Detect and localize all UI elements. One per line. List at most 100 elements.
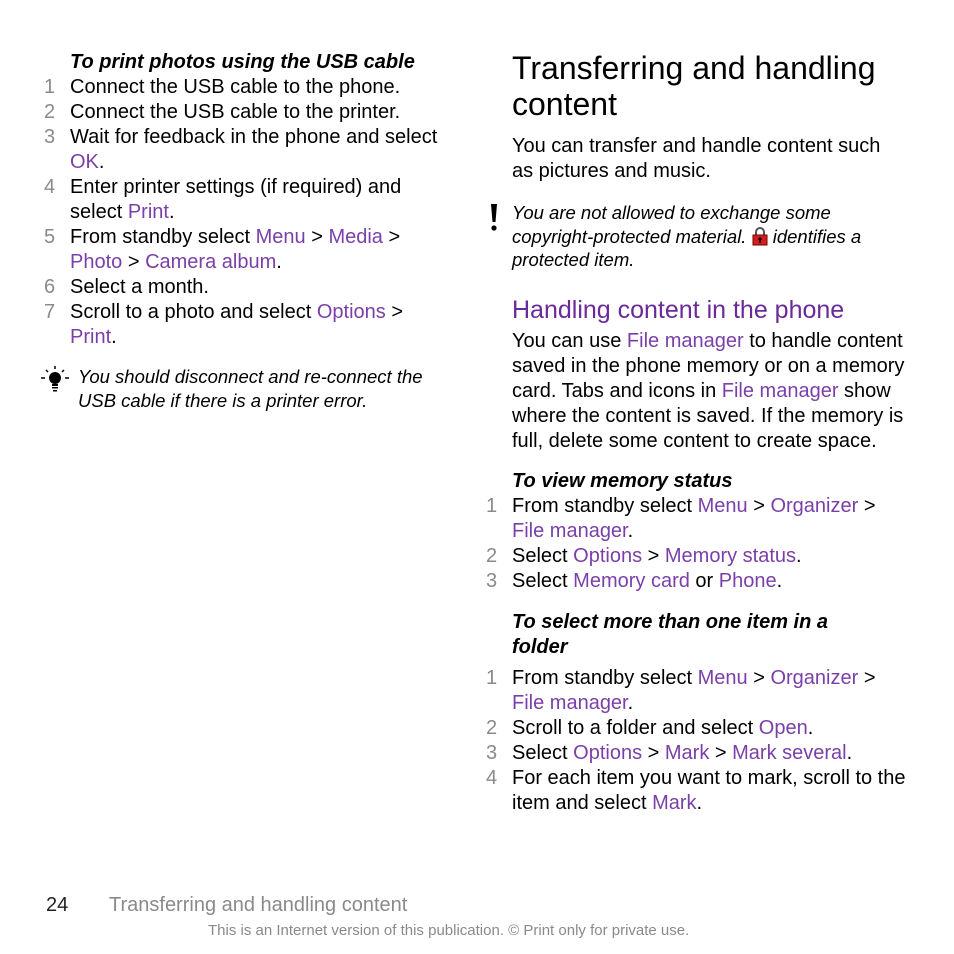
step-text: Scroll to a photo and select [70,301,317,323]
section-paragraph: You can use File manager to handle conte… [512,329,906,454]
menu-link[interactable]: Mark [665,742,709,764]
list-item: 4 For each item you want to mark, scroll … [486,766,906,816]
page-title: Transferring and handling content [512,50,876,122]
step-number: 6 [44,276,56,298]
step-text: . [796,544,802,567]
list-item: 1 From standby select Menu > Organizer > … [486,666,906,716]
menu-link[interactable]: File manager [512,520,628,542]
step-number: 3 [44,126,56,148]
menu-link[interactable]: Menu [698,667,748,689]
section-heading: Handling content in the phone [512,295,845,324]
list-item: 4 Enter printer settings (if required) an… [44,175,454,225]
menu-link[interactable]: Print [128,201,169,223]
menu-link[interactable]: Options [317,301,386,323]
step-text: . [776,569,783,592]
menu-link[interactable]: Photo [70,251,122,273]
menu-link[interactable]: Mark several [732,742,846,764]
list-item: 2 Connect the USB cable to the printer. [44,100,454,125]
step-text: Connect the USB cable to the printer. [70,101,401,123]
step-text: From standby select [512,666,698,689]
step-text: > [747,494,771,517]
menu-link[interactable]: File manager [722,380,839,402]
step-number: 5 [44,226,56,248]
list-item: 1 Connect the USB cable to the phone. [44,75,454,100]
step-text: . [276,251,282,273]
step-number: 1 [486,666,498,689]
step-number: 4 [44,176,56,198]
menu-link[interactable]: Organizer [770,495,858,517]
list-item: 5 From standby select Menu > Media > Phot… [44,225,454,275]
list-item: 3 Select Options > Mark > Mark several. [486,741,906,766]
procedure-title-memory-status: To view memory status [512,469,733,492]
memory-status-steps-list: 1 From standby select Menu > Organizer > … [486,494,906,594]
step-text: Scroll to a folder and select [512,716,759,739]
tip-text: You should disconnect and re-connect the… [78,366,423,411]
step-text: From standby select [512,494,698,517]
step-number: 3 [486,569,498,592]
menu-link[interactable]: Organizer [770,667,858,689]
page-number: 24 [46,894,69,916]
intro-paragraph: You can transfer and handle content such… [512,135,881,182]
footer-chapter-title: Transferring and handling content [109,894,408,916]
step-text: Wait for feedback in the phone and selec… [70,126,438,148]
menu-link[interactable]: Menu [698,495,748,517]
step-text: > [747,666,771,689]
step-number: 3 [486,741,498,764]
step-text: > [382,226,401,248]
menu-link[interactable]: OK [70,151,99,173]
menu-link[interactable]: Open [759,717,808,739]
step-text: > [642,544,665,567]
step-text: . [807,716,814,739]
print-steps-list: 1 Connect the USB cable to the phone. 2 Con… [44,75,454,350]
step-text: Select [512,544,574,567]
menu-link[interactable]: Camera album [145,251,276,273]
select-multiple-steps-list: 1 From standby select Menu > Organizer > … [486,666,906,816]
menu-link[interactable]: Print [70,326,111,348]
step-text: or [689,569,719,592]
step-text: . [696,791,703,814]
padlock-icon [752,226,768,245]
step-text: Select a month. [70,276,209,298]
left-column: To print photos using the USB cable 1 Con… [41,50,454,412]
menu-link[interactable]: File manager [512,692,628,714]
menu-link[interactable]: Menu [256,226,306,248]
menu-link[interactable]: Memory status [665,545,796,567]
right-column: Transferring and handling content You ca… [486,50,906,816]
step-text: > [305,226,329,248]
step-number: 1 [44,76,56,98]
step-text: Connect the USB cable to the phone. [70,76,401,98]
step-number: 4 [486,766,498,789]
list-item: 6 Select a month. [44,275,454,300]
menu-link[interactable]: Memory card [573,570,690,592]
step-text: > [858,666,876,689]
step-number: 2 [486,544,498,567]
step-number: 2 [44,101,56,123]
step-text: From standby select [70,226,256,248]
step-number: 2 [486,716,498,739]
procedure-title-select-multiple: To select more than one item in a folder [512,610,828,658]
step-text: Enter printer settings (if required) and… [70,176,402,223]
list-item: 7 Scroll to a photo and select Options > … [44,300,454,350]
step-text: For each item you want to mark, scroll t… [512,766,906,814]
warning-note: You are not allowed to exchange some cop… [491,201,906,272]
step-text: > [858,494,876,517]
step-text: . [168,201,175,223]
step-text: > [709,741,733,764]
menu-link[interactable]: Media [328,226,382,248]
step-text: . [627,519,634,542]
step-text: You can use [512,329,627,352]
menu-link[interactable]: Mark [652,792,696,814]
menu-link[interactable]: Options [573,545,642,567]
menu-link[interactable]: File manager [627,330,744,352]
step-text: . [98,151,105,173]
list-item: 1 From standby select Menu > Organizer > … [486,494,906,544]
list-item: 2 Select Options > Memory status. [486,544,906,569]
lightbulb-icon [41,366,69,392]
menu-link[interactable]: Phone [719,570,777,592]
list-item: 2 Scroll to a folder and select Open. [486,716,906,741]
list-item: 3 Wait for feedback in the phone and sele… [44,125,454,175]
step-text: > [385,301,404,323]
step-text: . [846,741,853,764]
step-number: 1 [486,494,498,517]
menu-link[interactable]: Options [573,742,642,764]
